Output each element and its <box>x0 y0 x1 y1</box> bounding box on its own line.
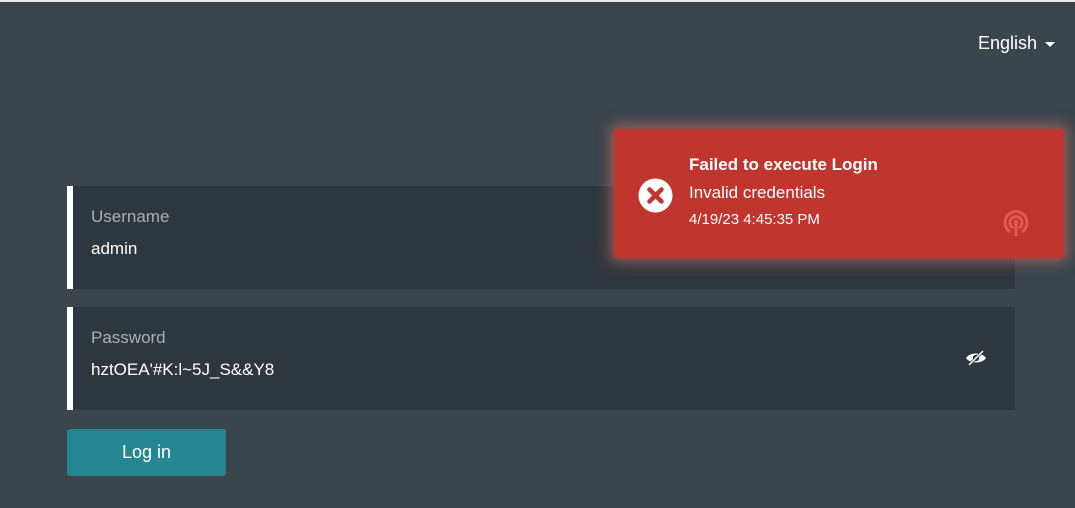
toast-timestamp: 4/19/23 4:45:35 PM <box>689 211 820 228</box>
password-input[interactable] <box>91 360 891 380</box>
username-label: Username <box>91 207 170 226</box>
language-label: English <box>977 33 1037 53</box>
error-toast[interactable]: Failed to execute Login Invalid credenti… <box>614 129 1064 258</box>
error-x-icon <box>638 178 673 213</box>
toast-title: Failed to execute Login <box>689 155 878 174</box>
login-page: English Username Password Log in Faile <box>0 0 1075 508</box>
password-label: Password <box>91 328 166 347</box>
eye-slash-icon[interactable] <box>965 349 987 367</box>
language-selector[interactable]: English <box>978 33 1055 54</box>
caret-down-icon <box>1045 42 1055 47</box>
login-button[interactable]: Log in <box>67 429 226 476</box>
password-field[interactable]: Password <box>67 307 1015 410</box>
broadcast-icon <box>1000 206 1032 238</box>
toast-message: Invalid credentials <box>689 183 826 202</box>
